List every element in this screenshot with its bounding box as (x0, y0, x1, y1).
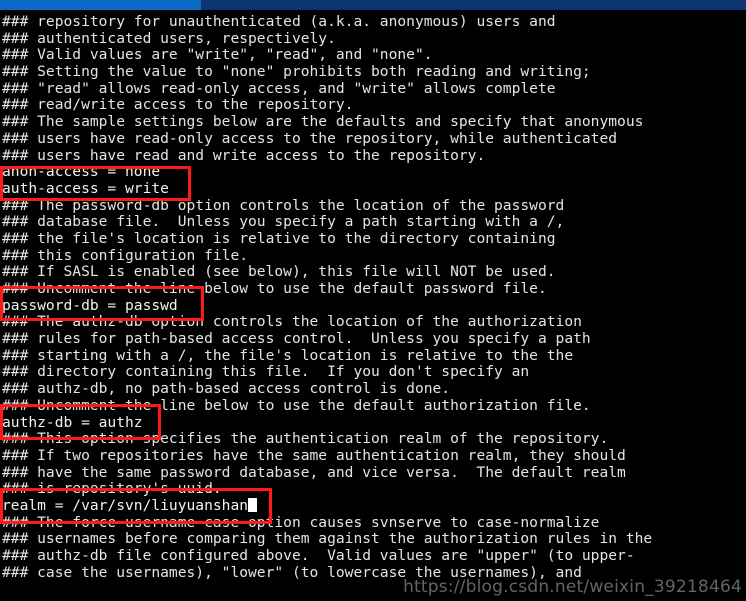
terminal-line: ### have the same password database, and… (2, 463, 626, 481)
terminal-line: ### authz-db file configured above. Vali… (2, 547, 635, 564)
terminal-line: ### database file. Unless you specify a … (2, 213, 565, 231)
terminal-line: ### this configuration file. (2, 246, 249, 264)
terminal-line: ### Uncomment the line below to use the … (2, 280, 547, 297)
titlebar-active-segment (0, 0, 201, 10)
terminal-line-realm: realm = /var/svn/liuyuanshan (0, 496, 746, 515)
terminal-line: ### If SASL is enabled (see below), this… (2, 263, 556, 281)
terminal-line: ### Uncomment the line below to use the … (2, 396, 591, 414)
terminal-line-auth-access: auth-access = write (2, 179, 169, 197)
terminal-line: ### users have read and write access to … (2, 146, 486, 164)
terminal-line: ### repository for unauthenticated (a.k.… (2, 13, 556, 30)
terminal-line: ### If two repositories have the same au… (2, 446, 626, 464)
terminal-line: ### Setting the value to "none" prohibit… (2, 63, 591, 81)
terminal-line-anon-access: anon-access = none (2, 163, 161, 181)
terminal-line: ### authenticated users, respectively. (2, 29, 336, 47)
terminal-line: ### directory containing this file. If y… (2, 363, 530, 381)
terminal-line-password-db: password-db = passwd (2, 296, 178, 314)
terminal-line: ### "read" allows read-only access, and … (2, 79, 556, 97)
terminal-line: ### starting with a /, the file's locati… (2, 346, 574, 364)
terminal-line: ### case the usernames), "lower" (to low… (2, 563, 582, 581)
terminal-line: ### The authz-db option controls the loc… (2, 313, 582, 331)
text-cursor (248, 497, 258, 512)
window-titlebar (0, 0, 746, 10)
terminal-line: ### Valid values are "write", "read", an… (2, 46, 433, 64)
terminal-line: ### is repository's uuid. (2, 480, 222, 498)
terminal-text-area[interactable]: ### repository for unauthenticated (a.k.… (0, 10, 746, 601)
terminal-line: ### read/write access to the repository. (2, 96, 354, 114)
terminal-line: ### This option specifies the authentica… (2, 430, 609, 448)
terminal-line: ### The sample settings below are the de… (2, 113, 644, 131)
terminal-window: ### repository for unauthenticated (a.k.… (0, 0, 746, 601)
terminal-line: ### users have read-only access to the r… (2, 129, 618, 147)
terminal-line: ### The force-username-case option cause… (2, 513, 600, 531)
terminal-line: ### authz-db, no path-based access contr… (2, 380, 451, 398)
terminal-line: ### the file's location is relative to t… (2, 229, 556, 247)
terminal-line: ### rules for path-based access control.… (2, 330, 591, 348)
terminal-line: ### usernames before comparing them agai… (2, 530, 653, 548)
terminal-line: ### The password-db option controls the … (2, 196, 565, 214)
realm-text: realm = /var/svn/liuyuanshan (2, 496, 249, 514)
terminal-line-authz-db: authz-db = authz (2, 413, 143, 431)
